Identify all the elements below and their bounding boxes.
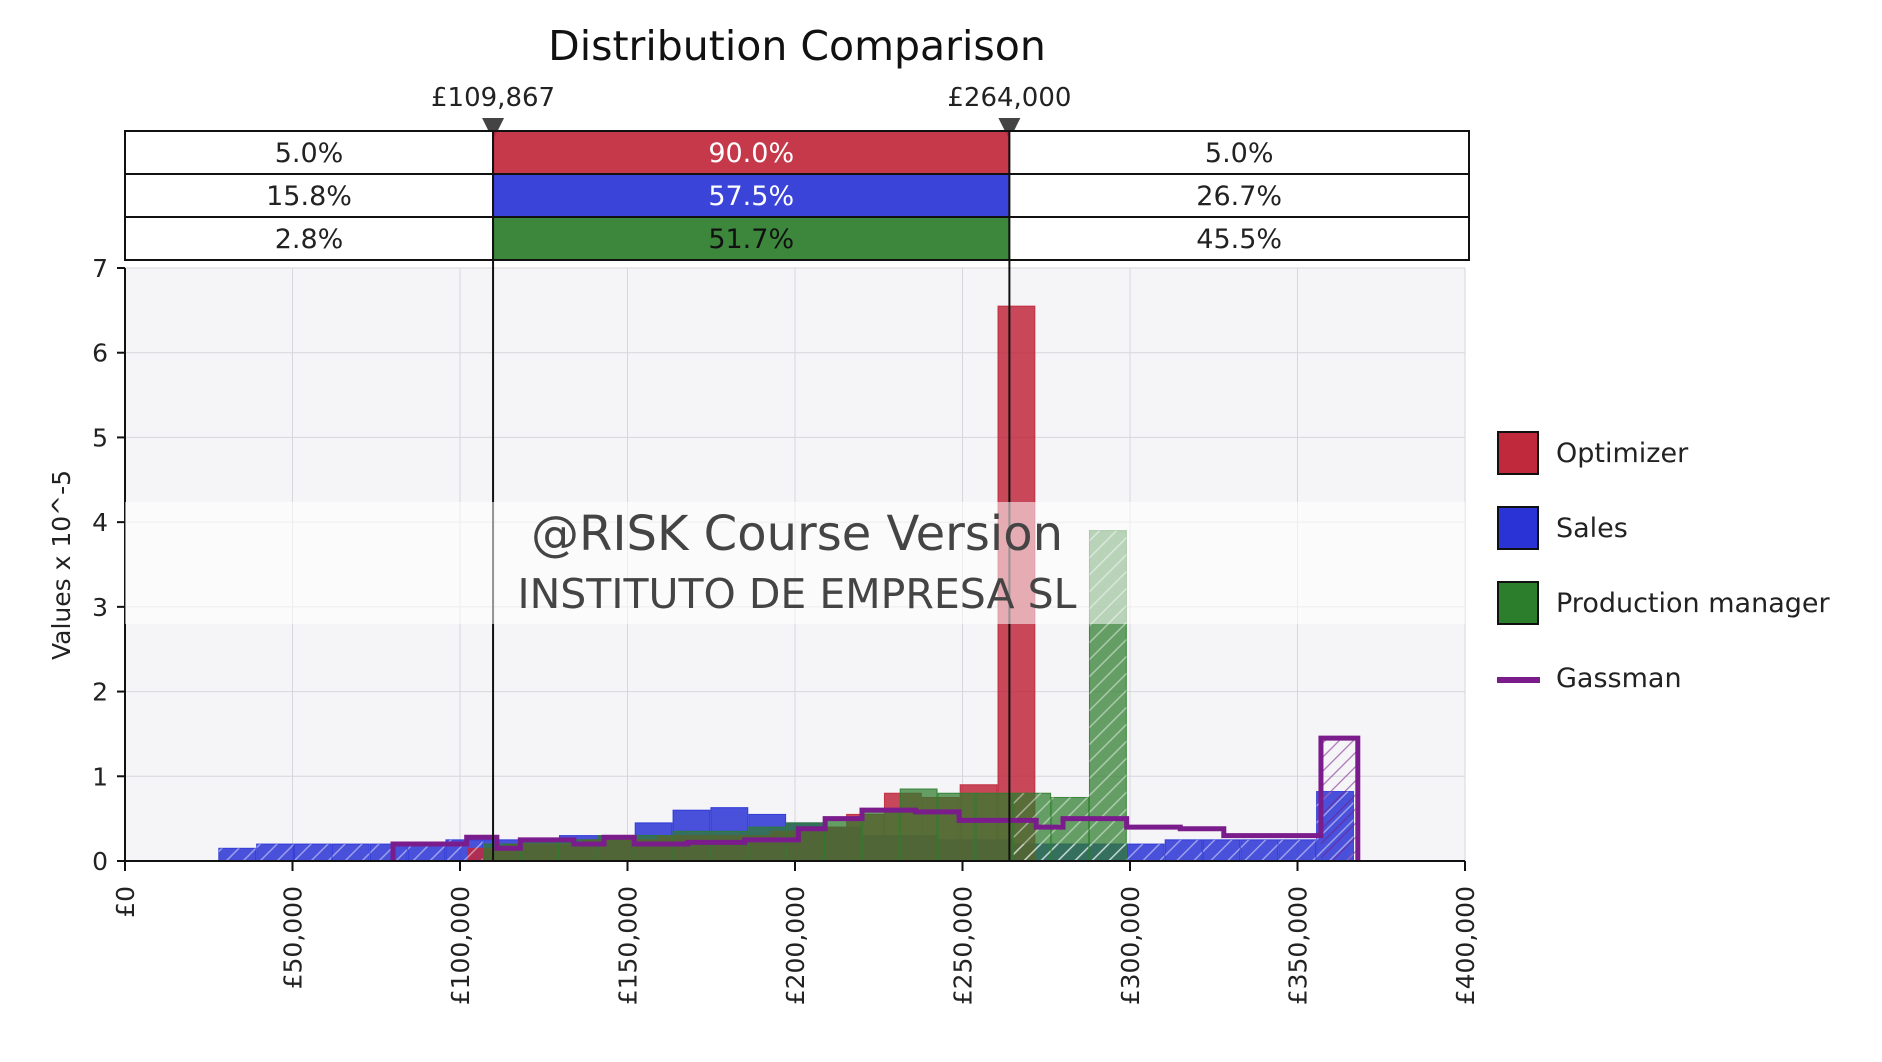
legend-item-sales: Sales — [1497, 506, 1628, 550]
bar-hatch — [218, 848, 256, 861]
y-tick-label: 7 — [92, 254, 108, 283]
y-tick-label: 4 — [92, 508, 108, 537]
bar-production-manager — [861, 809, 900, 862]
bar-hatch — [256, 844, 294, 861]
legend-label-sales: Sales — [1556, 513, 1628, 544]
legend-label-optimizer: Optimizer — [1556, 438, 1689, 469]
legend-item-gassman: Gassman — [1497, 663, 1682, 694]
bar-production-manager — [899, 788, 938, 862]
x-tick-label: £350,000 — [1284, 886, 1313, 1005]
marker-label-1: £109,867 — [431, 83, 555, 113]
chart-title: Distribution Comparison — [548, 22, 1046, 70]
band-left-value: 5.0% — [275, 138, 344, 169]
y-tick-label: 1 — [92, 762, 108, 791]
legend: Optimizer Sales Production manager Gassman — [1497, 431, 1830, 694]
band-right-value: 26.7% — [1196, 181, 1282, 212]
bar-hatch — [332, 844, 370, 861]
bar-hatch — [370, 844, 408, 861]
legend-swatch-sales — [1497, 506, 1539, 550]
x-tick-label: £50,000 — [279, 886, 308, 989]
probability-bands: 5.0% 90.0% 5.0% 15.8% 57.5% 26.7% 2.8% 51.7% 45.… — [124, 130, 1471, 261]
bar-hatch — [1278, 839, 1316, 861]
bar-production-manager — [748, 826, 787, 862]
band-left-value: 2.8% — [275, 224, 344, 255]
y-tick-label: 3 — [92, 593, 108, 622]
band-middle-value: 51.7% — [708, 224, 794, 255]
step-hatch — [1320, 738, 1358, 861]
bar-production-manager — [975, 792, 1014, 862]
y-tick-label: 5 — [92, 423, 108, 452]
bar-production-manager — [521, 839, 559, 862]
band-left-value: 15.8% — [266, 181, 352, 212]
bar-hatch — [1127, 844, 1165, 861]
legend-item-optimizer: Optimizer — [1497, 431, 1689, 475]
x-tick-label: £300,000 — [1116, 886, 1145, 1005]
bar-hatch — [1165, 839, 1203, 861]
x-tick-label: £250,000 — [949, 886, 978, 1005]
watermark-line-1: @RISK Course Version — [531, 506, 1063, 562]
bar-hatch — [294, 844, 332, 861]
x-tick-label: £150,000 — [614, 886, 643, 1005]
watermark: @RISK Course Version INSTITUTO DE EMPRES… — [125, 502, 1465, 624]
distribution-chart: Distribution Comparison £109,867 £264,000… — [47, 22, 1830, 1005]
y-tick-label: 2 — [92, 678, 108, 707]
band-middle-value: 90.0% — [708, 138, 794, 169]
bar-production-manager — [710, 830, 749, 862]
band-middle-value: 57.5% — [708, 181, 794, 212]
x-tick-label: £400,000 — [1451, 886, 1480, 1005]
x-tick-label: £0 — [111, 886, 140, 918]
legend-swatch-optimizer — [1497, 431, 1539, 475]
bar-hatch — [1203, 839, 1240, 861]
bar-production-manager — [634, 835, 673, 862]
y-tick-label: 6 — [92, 339, 108, 368]
bar-production-manager — [937, 792, 976, 862]
x-tick-label: £200,000 — [781, 886, 810, 1005]
legend-label-gassman: Gassman — [1556, 663, 1682, 694]
y-tick-label: 0 — [92, 847, 108, 876]
y-axis-label: Values x 10^-5 — [47, 470, 76, 660]
bar-hatch — [1240, 839, 1278, 861]
band-right-value: 5.0% — [1205, 138, 1274, 169]
band-right-value: 45.5% — [1196, 224, 1282, 255]
watermark-line-2: INSTITUTO DE EMPRESA SL — [518, 570, 1077, 618]
legend-item-production-manager: Production manager — [1497, 581, 1830, 625]
x-tick-label: £100,000 — [446, 886, 475, 1005]
marker-label-2: £264,000 — [947, 83, 1071, 113]
legend-swatch-production-manager — [1497, 581, 1539, 625]
bar-production-manager — [823, 818, 862, 862]
legend-label-production-manager: Production manager — [1556, 588, 1830, 619]
